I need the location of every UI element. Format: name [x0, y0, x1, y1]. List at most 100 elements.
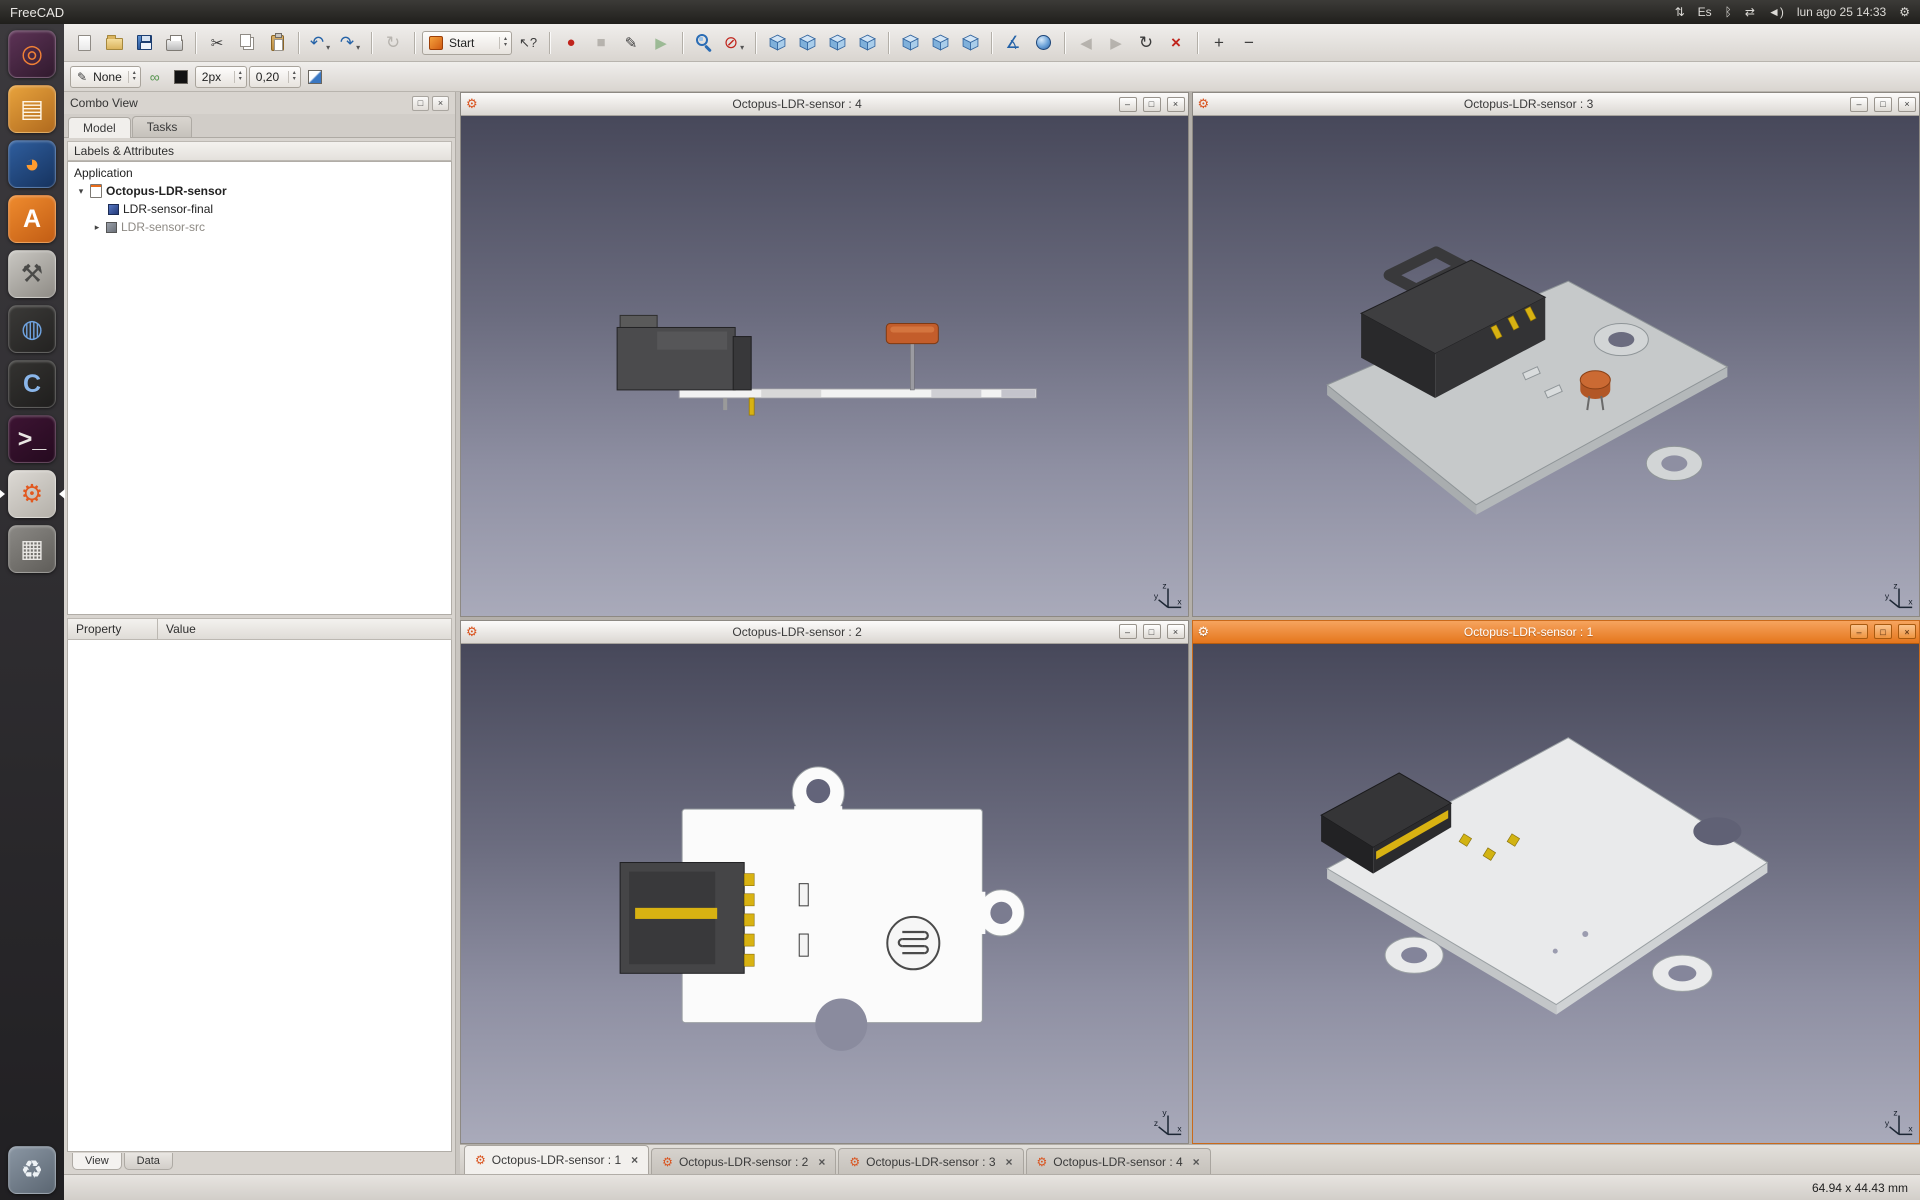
- print-button[interactable]: [160, 30, 188, 56]
- nav-reload-button[interactable]: ↻: [1132, 30, 1160, 56]
- window-close-button[interactable]: ×: [1167, 97, 1185, 112]
- macro-stop-button[interactable]: ■: [587, 30, 615, 56]
- tab-model[interactable]: Model: [68, 117, 131, 138]
- window-minimize-button[interactable]: –: [1850, 97, 1868, 112]
- whats-this-button[interactable]: ↖?: [514, 30, 542, 56]
- window-maximize-button[interactable]: □: [1874, 624, 1892, 639]
- workbench-selector[interactable]: Start ▴▾: [422, 31, 512, 55]
- tab-close-icon[interactable]: ×: [1006, 1155, 1013, 1169]
- volume-icon[interactable]: ◄): [1768, 5, 1784, 19]
- window-titlebar[interactable]: ⚙ Octopus-LDR-sensor : 4 – □ ×: [461, 93, 1188, 116]
- macro-edit-button[interactable]: ✎: [617, 30, 645, 56]
- document-tab-doc1[interactable]: ⚙ Octopus-LDR-sensor : 1 ×: [464, 1145, 649, 1174]
- session-menu-icon[interactable]: ⚙: [1899, 5, 1910, 19]
- tree-item-ldr-sensor-final[interactable]: LDR-sensor-final: [68, 200, 451, 218]
- panel-close-button[interactable]: ×: [432, 96, 449, 111]
- tab-close-icon[interactable]: ×: [631, 1153, 638, 1167]
- undo-button[interactable]: ↶▾: [306, 30, 334, 56]
- keyboard-layout-indicator[interactable]: Es: [1698, 5, 1712, 19]
- window-minimize-button[interactable]: –: [1850, 624, 1868, 639]
- document-tab-doc3[interactable]: ⚙ Octopus-LDR-sensor : 3 ×: [838, 1148, 1023, 1174]
- size-spinbox[interactable]: 0,20 ▴▾: [249, 66, 301, 88]
- line-width-selector[interactable]: 2px ▴▾: [195, 66, 247, 88]
- window-close-button[interactable]: ×: [1898, 624, 1916, 639]
- view-rear-button[interactable]: [896, 30, 924, 56]
- copy-button[interactable]: [233, 30, 261, 56]
- launcher-item-freecad[interactable]: ⚙: [8, 470, 56, 518]
- zoom-in-button[interactable]: +: [1205, 30, 1233, 56]
- view-axonometric-button[interactable]: [763, 30, 791, 56]
- view-bottom-button[interactable]: [926, 30, 954, 56]
- 3d-viewport-2[interactable]: y x z: [461, 644, 1188, 1144]
- tree-item-ldr-sensor-src[interactable]: ▸ LDR-sensor-src: [68, 218, 451, 236]
- zoom-out-button[interactable]: −: [1235, 30, 1263, 56]
- tree-item-document[interactable]: ▾ Octopus-LDR-sensor: [68, 182, 451, 200]
- launcher-item-workspace-switcher[interactable]: ▦: [8, 525, 56, 573]
- window-minimize-button[interactable]: –: [1119, 624, 1137, 639]
- collapse-icon[interactable]: ▸: [92, 222, 102, 233]
- launcher-item-firefox[interactable]: ◕: [8, 140, 56, 188]
- line-style-selector[interactable]: ✎ None ▴▾: [70, 66, 141, 88]
- open-file-button[interactable]: [100, 30, 128, 56]
- 3d-viewport-1[interactable]: z x y: [1193, 644, 1920, 1144]
- tab-close-icon[interactable]: ×: [1193, 1155, 1200, 1169]
- window-titlebar[interactable]: ⚙ Octopus-LDR-sensor : 3 – □ ×: [1193, 93, 1920, 116]
- view-right-button[interactable]: [853, 30, 881, 56]
- new-file-button[interactable]: [70, 30, 98, 56]
- document-tab-doc2[interactable]: ⚙ Octopus-LDR-sensor : 2 ×: [651, 1148, 836, 1174]
- nav-stop-button[interactable]: ×: [1162, 30, 1190, 56]
- window-close-button[interactable]: ×: [1898, 97, 1916, 112]
- redo-button[interactable]: ↷▾: [336, 30, 364, 56]
- draw-style-button[interactable]: ⊘▾: [720, 30, 748, 56]
- nav-back-button[interactable]: ◀: [1072, 30, 1100, 56]
- window-titlebar[interactable]: ⚙ Octopus-LDR-sensor : 2 – □ ×: [461, 621, 1188, 644]
- line-width-spin[interactable]: ▴▾: [234, 71, 242, 83]
- refresh-button[interactable]: ↻: [379, 30, 407, 56]
- fit-all-button[interactable]: [690, 30, 718, 56]
- expand-icon[interactable]: ▾: [76, 186, 86, 197]
- launcher-item-files[interactable]: ▤: [8, 85, 56, 133]
- nav-forward-button[interactable]: ▶: [1102, 30, 1130, 56]
- cut-button[interactable]: ✂: [203, 30, 231, 56]
- launcher-item-terminal[interactable]: >_: [8, 415, 56, 463]
- paste-button[interactable]: [263, 30, 291, 56]
- launcher-item-chromium[interactable]: C: [8, 360, 56, 408]
- freecad-website-button[interactable]: [1029, 30, 1057, 56]
- window-close-button[interactable]: ×: [1167, 624, 1185, 639]
- tab-view[interactable]: View: [72, 1153, 122, 1170]
- tree-item-application[interactable]: Application: [68, 164, 451, 182]
- tab-close-icon[interactable]: ×: [818, 1155, 825, 1169]
- view-left-button[interactable]: [956, 30, 984, 56]
- property-column-header[interactable]: Property: [67, 618, 157, 640]
- clock[interactable]: lun ago 25 14:33: [1797, 5, 1886, 19]
- 3d-viewport-3[interactable]: z x y: [1193, 116, 1920, 616]
- view-top-button[interactable]: [823, 30, 851, 56]
- tab-data[interactable]: Data: [124, 1153, 173, 1170]
- line-color-button[interactable]: [169, 66, 193, 88]
- view-front-button[interactable]: [793, 30, 821, 56]
- measure-button[interactable]: ∡: [999, 30, 1027, 56]
- window-titlebar[interactable]: ⚙ Octopus-LDR-sensor : 1 – □ ×: [1193, 621, 1920, 644]
- workbench-spin-arrows[interactable]: ▴▾: [499, 37, 507, 49]
- line-style-spin[interactable]: ▴▾: [128, 71, 136, 83]
- fill-color-button[interactable]: [303, 66, 327, 88]
- window-maximize-button[interactable]: □: [1143, 97, 1161, 112]
- value-column-header[interactable]: Value: [157, 618, 452, 640]
- macro-play-button[interactable]: ▶: [647, 30, 675, 56]
- launcher-item-software-center[interactable]: A: [8, 195, 56, 243]
- launcher-item-trash[interactable]: ♻: [8, 1146, 56, 1194]
- network-icon[interactable]: ⇄: [1745, 5, 1755, 19]
- launcher-item-system-settings[interactable]: ⚒: [8, 250, 56, 298]
- launcher-item-dash-home[interactable]: ◎: [8, 30, 56, 78]
- tab-tasks[interactable]: Tasks: [132, 116, 193, 137]
- bluetooth-icon[interactable]: ᛒ: [1725, 5, 1732, 19]
- link-button[interactable]: ∞: [143, 66, 167, 88]
- 3d-viewport-4[interactable]: z x y: [461, 116, 1188, 616]
- launcher-item-ubuntu-one[interactable]: ◍: [8, 305, 56, 353]
- document-tab-doc4[interactable]: ⚙ Octopus-LDR-sensor : 4 ×: [1026, 1148, 1211, 1174]
- macro-record-button[interactable]: ●: [557, 30, 585, 56]
- size-spin-arrows[interactable]: ▴▾: [288, 71, 296, 83]
- save-button[interactable]: [130, 30, 158, 56]
- window-maximize-button[interactable]: □: [1874, 97, 1892, 112]
- window-maximize-button[interactable]: □: [1143, 624, 1161, 639]
